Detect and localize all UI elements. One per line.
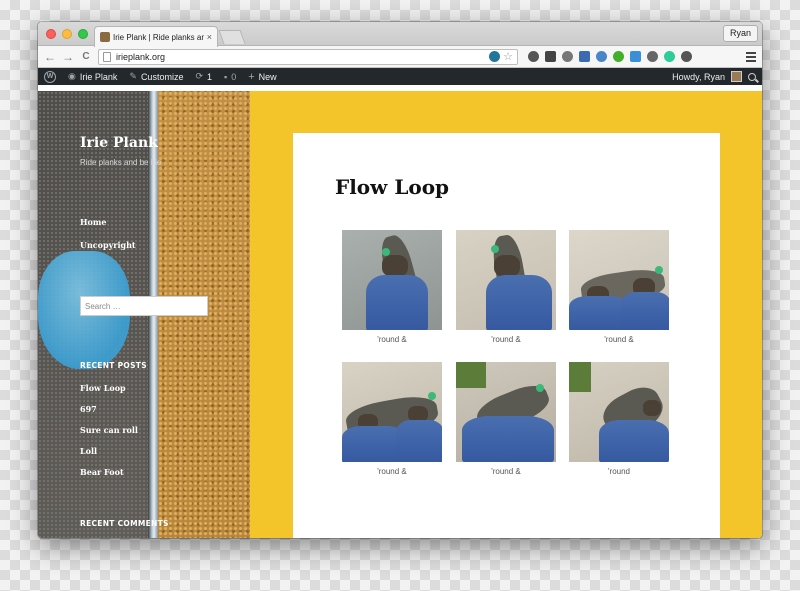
gallery-item[interactable]: 'round & (456, 230, 556, 344)
zoom-window-button[interactable] (78, 29, 88, 39)
gallery-thumbnail[interactable] (569, 230, 669, 330)
close-window-button[interactable] (46, 29, 56, 39)
reload-button[interactable]: C (80, 51, 92, 63)
gallery-item[interactable]: 'round & (342, 362, 442, 476)
admin-comments-count: 0 (231, 71, 237, 82)
admin-new[interactable]: + New (248, 71, 276, 83)
site-page: Irie Plank Ride planks and be irie Home … (38, 91, 762, 538)
recent-post-link[interactable]: Flow Loop (80, 383, 138, 393)
forward-button[interactable]: → (62, 51, 74, 63)
site-favicon-icon (100, 32, 110, 42)
admin-site-name-label: Irie Plank (79, 71, 118, 82)
tab-close-icon[interactable]: × (207, 32, 212, 42)
page-icon (103, 51, 111, 62)
recent-post-link[interactable]: Loll (80, 446, 138, 456)
gallery-item[interactable]: 'round (569, 362, 669, 476)
browser-tab[interactable]: Irie Plank | Ride planks and × (94, 26, 218, 47)
new-tab-button[interactable] (218, 30, 246, 44)
screen-extension-icon[interactable] (630, 51, 641, 62)
admin-comments[interactable]: ▪ 0 (224, 72, 236, 82)
browser-window: Irie Plank | Ride planks and × Ryan ← → … (38, 22, 762, 538)
admin-new-label: New (258, 71, 277, 82)
comments-icon: ▪ (224, 71, 228, 82)
gallery-thumbnail[interactable] (569, 362, 669, 462)
menu-item-uncopyright[interactable]: Uncopyright (80, 240, 136, 250)
gallery-caption: 'round & (604, 335, 634, 344)
admin-howdy[interactable]: Howdy, Ryan (672, 72, 725, 82)
chrome-menu-icon[interactable] (746, 50, 756, 64)
gallery-caption: 'round & (377, 467, 407, 476)
info-extension-icon[interactable] (528, 51, 539, 62)
window-controls (46, 29, 88, 39)
menu-item-home[interactable]: Home (80, 217, 136, 227)
extension-icons (528, 51, 692, 62)
wordpress-icon[interactable] (562, 51, 573, 62)
post-content: Flow Loop 'round & 'round & 'round & 'ro… (293, 133, 720, 538)
gallery-caption: 'round & (491, 335, 521, 344)
tab-strip: Irie Plank | Ride planks and × Ryan (38, 22, 762, 47)
recent-comments-heading: RECENT COMMENTS (80, 519, 169, 528)
pocket-extension-icon[interactable] (545, 51, 556, 62)
e-extension-icon[interactable] (681, 51, 692, 62)
tab-title: Irie Plank | Ride planks and (113, 32, 204, 42)
gallery-thumbnail[interactable] (456, 362, 556, 462)
gallery-caption: 'round & (377, 335, 407, 344)
url-text: irieplank.org (116, 51, 166, 62)
primary-menu: Home Uncopyright (80, 217, 136, 263)
updates-icon: ⟳ (195, 71, 203, 81)
gallery-thumbnail[interactable] (342, 362, 442, 462)
wordpress-extension-icon[interactable] (489, 51, 501, 62)
evernote-extension-icon[interactable] (613, 51, 624, 62)
admin-updates-count: 1 (207, 71, 213, 82)
gallery-caption: 'round (608, 467, 630, 476)
search-input[interactable]: Search … (80, 296, 208, 316)
profile-button[interactable]: Ryan (722, 25, 758, 42)
admin-updates[interactable]: ⟳ 1 (195, 71, 212, 82)
admin-search-icon[interactable] (748, 72, 756, 81)
browser-toolbar: ← → C irieplank.org ☆ (38, 46, 762, 68)
gallery-caption: 'round & (491, 467, 521, 476)
wordpress-logo-icon[interactable]: W (44, 70, 56, 83)
post-title: Flow Loop (335, 175, 450, 199)
admin-customize-label: Customize (140, 71, 184, 82)
brush-icon: ✎ (129, 71, 137, 81)
gallery-thumbnail[interactable] (342, 230, 442, 330)
site-title[interactable]: Irie Plank (80, 135, 158, 151)
site-description: Ride planks and be irie (80, 158, 162, 167)
recent-post-link[interactable]: Sure can roll (80, 425, 138, 435)
gallery-item[interactable]: 'round & (569, 230, 669, 344)
avatar[interactable] (731, 71, 742, 82)
gallery-item[interactable]: 'round & (342, 230, 442, 344)
bookmark-star-icon[interactable]: ☆ (503, 50, 513, 63)
recent-posts-heading: RECENT POSTS (80, 361, 147, 370)
recent-post-link[interactable]: Bear Foot (80, 467, 138, 477)
site-sidebar: Irie Plank Ride planks and be irie Home … (38, 91, 250, 538)
ghost-extension-icon[interactable] (647, 51, 658, 62)
minimize-window-button[interactable] (62, 29, 72, 39)
dashboard-icon: ◉ (68, 71, 76, 81)
recent-post-link[interactable]: 697 (80, 404, 138, 414)
admin-site-name[interactable]: ◉ Irie Plank (68, 71, 117, 82)
gallery-item[interactable]: 'round & (456, 362, 556, 476)
admin-customize[interactable]: ✎ Customize (129, 71, 183, 82)
y-extension-icon[interactable] (579, 51, 590, 62)
grammarly-extension-icon[interactable] (664, 51, 675, 62)
gallery-thumbnail[interactable] (456, 230, 556, 330)
address-bar[interactable]: irieplank.org ☆ (98, 48, 518, 65)
back-button[interactable]: ← (44, 51, 56, 63)
plus-icon: + (248, 70, 255, 83)
recent-posts-list: Flow Loop 697 Sure can roll Loll Bear Fo… (80, 383, 138, 488)
globe-extension-icon[interactable] (596, 51, 607, 62)
wp-admin-bar: W ◉ Irie Plank ✎ Customize ⟳ 1 ▪ 0 + New… (38, 68, 762, 85)
